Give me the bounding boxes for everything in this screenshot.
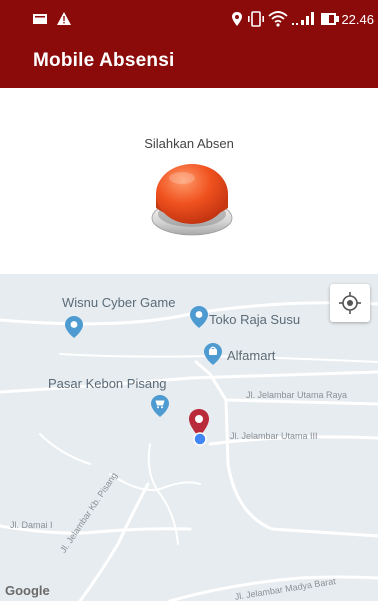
- street-label-damai: Jl. Damai I: [10, 520, 53, 530]
- google-attribution[interactable]: Google: [5, 583, 50, 598]
- absen-button[interactable]: [150, 160, 234, 238]
- status-bar: 22.46: [0, 0, 378, 40]
- attendance-prompt: Silahkan Absen: [144, 136, 234, 151]
- location-icon: [232, 12, 242, 26]
- warning-icon: [57, 12, 71, 25]
- clock: 22.46: [341, 12, 374, 27]
- street-label-utama-iii: Jl. Jelambar Utama III: [230, 431, 318, 441]
- attendance-panel: Silahkan Absen: [0, 88, 378, 274]
- signal-icon: [292, 12, 314, 25]
- app-title: Mobile Absensi: [33, 50, 175, 71]
- map-view[interactable]: Wisnu Cyber Game Toko Raja Susu Alfamart…: [0, 274, 378, 601]
- game-poi-icon[interactable]: [64, 315, 84, 339]
- street-label-utama-raya: Jl. Jelambar Utama Raya: [246, 390, 348, 400]
- crosshair-icon: [339, 292, 361, 314]
- my-location-dot: [193, 432, 207, 446]
- my-location-button[interactable]: [330, 284, 370, 322]
- poi-label-alfamart: Alfamart: [227, 348, 276, 363]
- message-icon: [33, 14, 47, 24]
- poi-label-pasar: Pasar Kebon Pisang: [48, 376, 167, 391]
- store-poi-icon[interactable]: [189, 305, 209, 329]
- app-bar: Mobile Absensi: [0, 40, 378, 88]
- shop-poi-icon[interactable]: [203, 342, 223, 366]
- wifi-icon: [268, 11, 288, 27]
- poi-label-wisnu: Wisnu Cyber Game: [62, 295, 176, 310]
- battery-icon: [321, 13, 339, 25]
- poi-label-toko: Toko Raja Susu: [209, 312, 301, 327]
- vibrate-icon: [248, 11, 264, 27]
- market-poi-icon[interactable]: [150, 394, 170, 418]
